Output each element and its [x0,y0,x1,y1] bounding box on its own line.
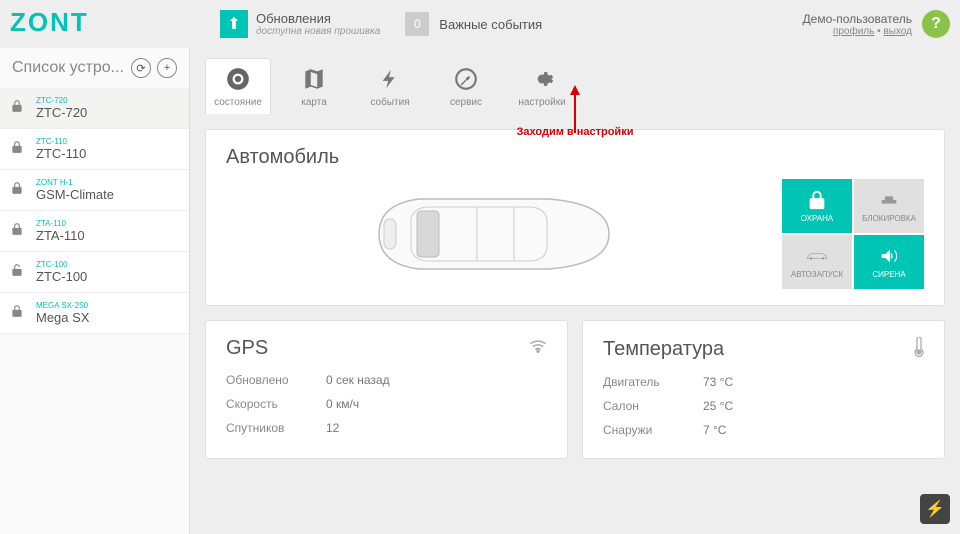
device-sidebar: Список устро... ⟳ + ZTC-720ZTC-720 ZTC-1… [0,48,190,534]
lock-icon [10,99,26,118]
state-icon [224,65,252,93]
auto-panel: Заходим в настройки Автомобиль [205,129,945,306]
svg-text:ZONT: ZONT [10,7,89,37]
gear-icon [528,65,556,93]
siren-button[interactable]: СИРЕНА [854,235,924,289]
auto-panel-title: Автомобиль [226,146,924,169]
lock-icon [10,222,26,241]
lock-icon [10,304,26,323]
lock-icon [10,140,26,159]
temp-panel: Температура Двигатель73 °C Салон25 °C Сн… [582,320,945,459]
events-label: Важные события [439,17,542,32]
device-ztc-110[interactable]: ZTC-110ZTC-110 [0,129,189,170]
logo: ZONT [10,7,180,42]
tab-map[interactable]: карта [281,59,347,114]
device-ztc-720[interactable]: ZTC-720ZTC-720 [0,88,189,129]
user-name: Демо-пользователь [803,12,912,26]
unlock-icon [10,263,26,282]
device-gsm-climate[interactable]: ZONT H-1GSM-Climate [0,170,189,211]
add-device-button[interactable]: + [157,58,177,78]
annotation-text: Заходим в настройки [517,126,634,138]
bolt-fab[interactable]: ⚡ [920,494,950,524]
user-info: Демо-пользователь профиль • выход [803,12,912,37]
header: ZONT ⬆ Обновления доступна новая прошивк… [0,0,960,48]
block-button[interactable]: БЛОКИРОВКА [854,179,924,233]
temp-title: Температура [603,338,724,361]
guard-button[interactable]: ОХРАНА [782,179,852,233]
car-diagram [226,179,752,289]
thermometer-icon [912,337,924,362]
gps-title: GPS [226,337,268,360]
events-count: 0 [405,12,429,36]
tab-state[interactable]: состояние [205,58,271,114]
main-content: состояние карта события сервис настройки [190,48,960,534]
updates-notice[interactable]: ⬆ Обновления доступна новая прошивка [220,10,380,38]
gps-panel: GPS Обновлено0 сек назад Скорость0 км/ч … [205,320,568,459]
lock-icon [10,181,26,200]
device-mega-sx[interactable]: MEGA SX-250Mega SX [0,293,189,334]
device-ztc-100[interactable]: ZTC-100ZTC-100 [0,252,189,293]
updates-subtitle: доступна новая прошивка [256,26,380,37]
tab-events[interactable]: события [357,59,423,114]
tab-service[interactable]: сервис [433,59,499,114]
sidebar-title: Список устро... [12,59,125,77]
important-events[interactable]: 0 Важные события [405,12,542,36]
autostart-button[interactable]: АВТОЗАПУСК [782,235,852,289]
device-zta-110[interactable]: ZTA-110ZTA-110 [0,211,189,252]
recycle-icon[interactable]: ⟳ [131,58,151,78]
profile-link[interactable]: профиль [833,26,874,37]
wrench-icon [452,65,480,93]
wifi-icon [529,339,547,358]
lightning-icon [376,65,404,93]
upload-icon: ⬆ [220,10,248,38]
control-grid: ОХРАНА БЛОКИРОВКА АВТОЗАПУСК СИРЕНА [782,179,924,289]
logout-link[interactable]: выход [883,26,912,37]
updates-title: Обновления [256,11,380,26]
map-icon [300,65,328,93]
help-button[interactable]: ? [922,10,950,38]
